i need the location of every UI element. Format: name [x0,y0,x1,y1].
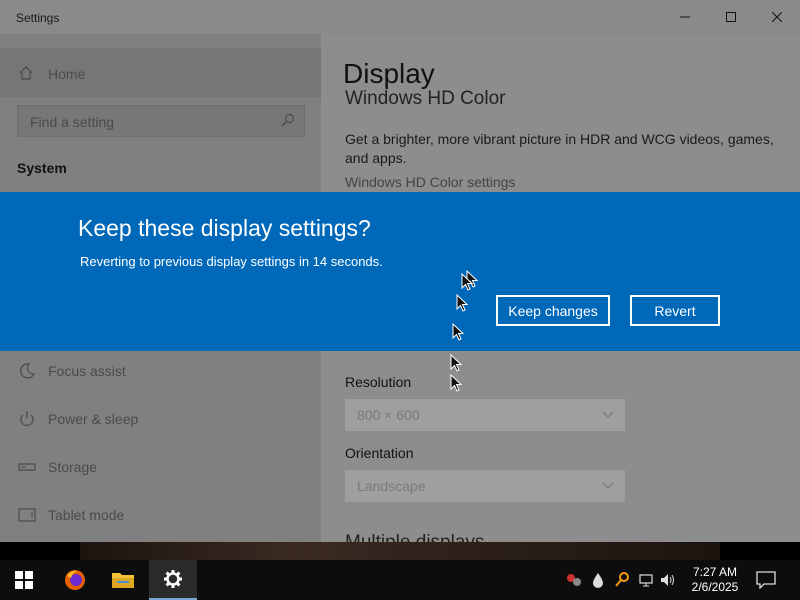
cursor-icon [452,323,464,341]
cursor-icon [450,374,462,392]
orientation-label: Orientation [345,445,414,461]
file-explorer-icon [112,573,134,588]
taskbar: 7:27 AM 2/6/2025 [0,560,800,600]
taskbar-clock[interactable]: 7:27 AM 2/6/2025 [682,565,748,595]
volume-icon[interactable] [660,572,676,588]
sidebar-item-power-sleep[interactable]: Power & sleep [0,398,321,438]
home-label: Home [48,66,86,82]
hd-color-settings-link[interactable]: Windows HD Color settings [345,174,515,190]
taskbar-file-explorer[interactable] [99,560,147,600]
page-title: Display [343,58,435,89]
section-title: System [17,160,67,176]
power-icon [20,411,34,426]
sidebar-item-focus-assist[interactable]: Focus assist [0,350,321,390]
orientation-dropdown[interactable]: Landscape [345,470,625,502]
close-button[interactable] [754,0,800,34]
maximize-button[interactable] [708,0,754,34]
tablet-icon [18,508,36,522]
close-icon [772,12,782,22]
minimize-button[interactable] [662,0,708,34]
dialog-message: Reverting to previous display settings i… [80,254,383,269]
firefox-icon [65,570,85,590]
sidebar-item-home[interactable]: Home [0,48,321,97]
resolution-label: Resolution [345,374,412,390]
taskbar-firefox[interactable] [51,560,99,600]
hd-color-heading: Windows HD Color [345,88,506,109]
keep-changes-button[interactable]: Keep changes [496,295,610,326]
search-placeholder: Find a setting [30,114,115,130]
cursor-icon [456,294,468,312]
moon-icon [20,363,36,379]
key-icon[interactable] [614,572,630,588]
sidebar-item-label: Power & sleep [48,411,139,427]
revert-button[interactable]: Revert [630,295,720,326]
title-bar[interactable]: Settings [0,0,800,34]
sidebar-item-label: Tablet mode [48,507,125,523]
tray-app-icon[interactable] [566,572,582,588]
settings-icon [164,570,182,588]
cursor-icon [461,273,473,291]
multiple-displays-heading: Multiple displays [345,532,484,542]
sidebar-item-storage[interactable]: Storage [0,446,321,486]
droplet-icon[interactable] [590,572,606,588]
chevron-down-icon [602,482,614,489]
desktop-wallpaper [80,542,720,560]
notification-icon[interactable] [756,571,776,589]
maximize-icon [726,12,736,22]
settings-window: Settings Home Find a setting System Focu… [0,0,800,542]
home-icon [19,66,33,80]
app-title: Settings [16,11,60,25]
sidebar-item-label: Storage [48,459,98,475]
taskbar-settings[interactable] [149,560,197,600]
sidebar-item-tablet-mode[interactable]: Tablet mode [0,494,321,534]
cursor-icon [450,354,462,372]
resolution-dropdown[interactable]: 800 × 600 [345,399,625,431]
start-button[interactable] [0,560,48,600]
clock-date: 2/6/2025 [691,580,739,594]
orientation-value: Landscape [357,478,426,494]
sidebar-item-label: Focus assist [48,363,126,379]
start-icon [15,571,33,589]
search-icon [281,113,295,127]
search-input[interactable]: Find a setting [17,105,305,137]
clock-time: 7:27 AM [692,565,738,579]
resolution-value: 800 × 600 [357,407,420,423]
network-icon[interactable] [638,572,654,588]
keep-display-settings-dialog: Keep these display settings? Reverting t… [0,192,800,351]
chevron-down-icon [602,411,614,418]
hd-color-description: Get a brighter, more vibrant picture in … [345,131,774,166]
storage-icon [18,463,36,471]
dialog-title: Keep these display settings? [78,215,371,241]
minimize-icon [680,16,690,18]
